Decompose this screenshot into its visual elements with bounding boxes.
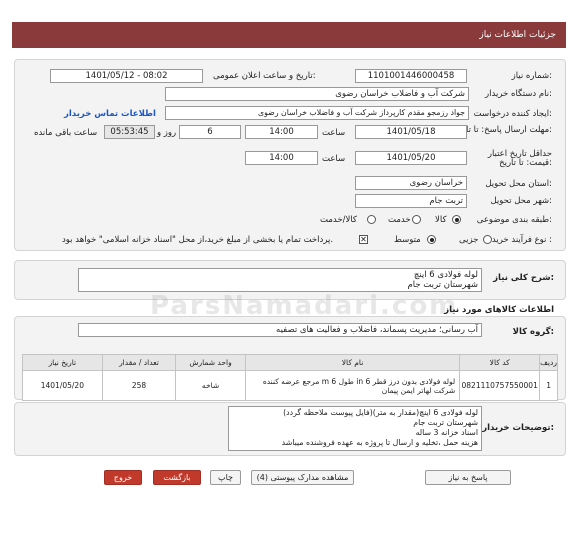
goods-title: اطلاعات کالاهای مورد نیاز	[444, 305, 554, 315]
category-label: طبقه بندی موضوعی:	[476, 215, 552, 225]
goods-group-label: گروه کالا:	[512, 327, 554, 337]
process-medium-radio[interactable]	[427, 235, 436, 244]
validity-time-field: 14:00	[245, 151, 318, 165]
print-button[interactable]: چاپ	[210, 470, 241, 485]
treasury-checkbox[interactable]: ✕	[359, 235, 368, 244]
need-number-field: 1101001446000458	[355, 69, 467, 83]
table-row: 1 0821110757550001 لوله فولادی بدون درز …	[22, 370, 558, 401]
row-name: لوله فولادی بدون درز قطر in 6 طول m 6 مر…	[244, 370, 461, 401]
col-unit: واحد شمارش	[175, 354, 246, 371]
row-name-line-2: شرکت لهاتر ایمن پیمان	[381, 385, 456, 395]
summary-field: لوله فولادی 6 اینچ شهرستان تربت جام	[78, 268, 482, 292]
validity-time-label: ساعت	[322, 154, 346, 164]
notes-line-4: هزینه حمل ،تخلیه و ارسال تا پروژه به عهد…	[281, 438, 478, 447]
summary-line-2: شهرستان تربت جام	[407, 280, 478, 290]
col-index: ردیف	[539, 354, 558, 371]
summary-label: شرح کلی نیاز:	[493, 273, 554, 283]
notes-line-1: لوله فولادی 6 اینچ(مقدار به متر)(فایل پی…	[283, 408, 478, 417]
deadline-label: مهلت ارسال پاسخ: تا تاریخ:	[454, 125, 552, 135]
category-service-label: خدمت	[388, 215, 411, 225]
notes-line-2: شهرستان تربت جام	[413, 418, 478, 427]
creator-field: جواد رزمجو مقدم کارپرداز شرکت آب و فاضلا…	[165, 106, 469, 120]
buyer-field: شرکت آب و فاضلاب خراسان رضوی	[165, 87, 469, 101]
announce-field: 1401/05/12 - 08:02	[50, 69, 203, 83]
col-quantity: تعداد / مقدار	[101, 354, 177, 371]
deadline-time-field: 14:00	[245, 125, 318, 139]
reply-button[interactable]: پاسخ به نیاز	[425, 470, 511, 485]
row-index: 1	[539, 370, 558, 401]
category-goods-radio[interactable]	[452, 215, 461, 224]
category-service-radio[interactable]	[412, 215, 421, 224]
category-goods-service-label: کالا/خدمت	[320, 215, 357, 225]
validity-label: حداقل تاریخ اعتبار قیمت: تا تاریخ:	[487, 149, 552, 168]
col-name: نام کالا	[244, 354, 461, 371]
back-button[interactable]: بازگشت	[153, 470, 201, 485]
summary-line-1: لوله فولادی 6 اینچ	[413, 270, 478, 280]
goods-group-field: آب رسانی؛ مدیریت پسماند، فاضلاب و فعالیت…	[78, 323, 482, 337]
need-number-label: شماره نیاز:	[511, 71, 552, 81]
remaining-label: ساعت باقی مانده	[34, 128, 98, 138]
goods-table: ردیف کد کالا نام کالا واحد شمارش تعداد /…	[22, 354, 558, 401]
process-label: نوع فرآیند خرید :	[491, 235, 552, 245]
page-header: جزئیات اطلاعات نیاز	[12, 22, 566, 48]
notes-field[interactable]: لوله فولادی 6 اینچ(مقدار به متر)(فایل پی…	[228, 406, 482, 451]
row-code: 0821110757550001	[459, 370, 541, 401]
province-label: استان محل تحویل:	[485, 179, 552, 189]
row-date: 1401/05/20	[22, 370, 103, 401]
col-date: تاریخ نیاز	[22, 354, 103, 371]
deadline-date-field: 1401/05/18	[355, 125, 467, 139]
remaining-time-field: 05:53:45	[104, 125, 155, 139]
days-label: روز و	[157, 128, 177, 138]
creator-label: ایجاد کننده درخواست:	[473, 109, 552, 119]
buyer-label: نام دستگاه خریدار:	[485, 89, 552, 99]
city-field: تربت جام	[355, 194, 467, 208]
notes-line-3: اسناد خزانه 3 ساله	[415, 428, 478, 437]
validity-date-field: 1401/05/20	[355, 151, 467, 165]
process-medium-label: متوسط	[394, 235, 421, 245]
notes-label: توضیحات خریدار:	[482, 423, 554, 433]
category-goods-service-radio[interactable]	[367, 215, 376, 224]
deadline-time-label: ساعت	[322, 128, 346, 138]
attachments-button[interactable]: مشاهده مدارک پیوستی (4)	[251, 470, 354, 485]
row-unit: شاخه	[175, 370, 246, 401]
page-title: جزئیات اطلاعات نیاز	[479, 30, 556, 40]
city-label: شهر محل تحویل:	[490, 196, 552, 206]
announce-label: تاریخ و ساعت اعلان عمومی:	[213, 71, 316, 81]
province-field: خراسان رضوی	[355, 176, 467, 190]
row-name-line-1: لوله فولادی بدون درز قطر in 6 طول m 6 مر…	[262, 376, 456, 386]
contact-info-link[interactable]: اطلاعات تماس خریدار	[64, 109, 156, 119]
payment-note: پرداخت تمام یا بخشی از مبلغ خرید،از محل …	[62, 235, 334, 245]
category-goods-label: کالا	[435, 215, 447, 225]
process-minor-radio[interactable]	[483, 235, 492, 244]
days-field: 6	[179, 125, 241, 139]
exit-button[interactable]: خروج	[104, 470, 142, 485]
row-quantity: 258	[101, 370, 177, 401]
col-code: کد کالا	[459, 354, 541, 371]
process-minor-label: جزیی	[459, 235, 479, 245]
